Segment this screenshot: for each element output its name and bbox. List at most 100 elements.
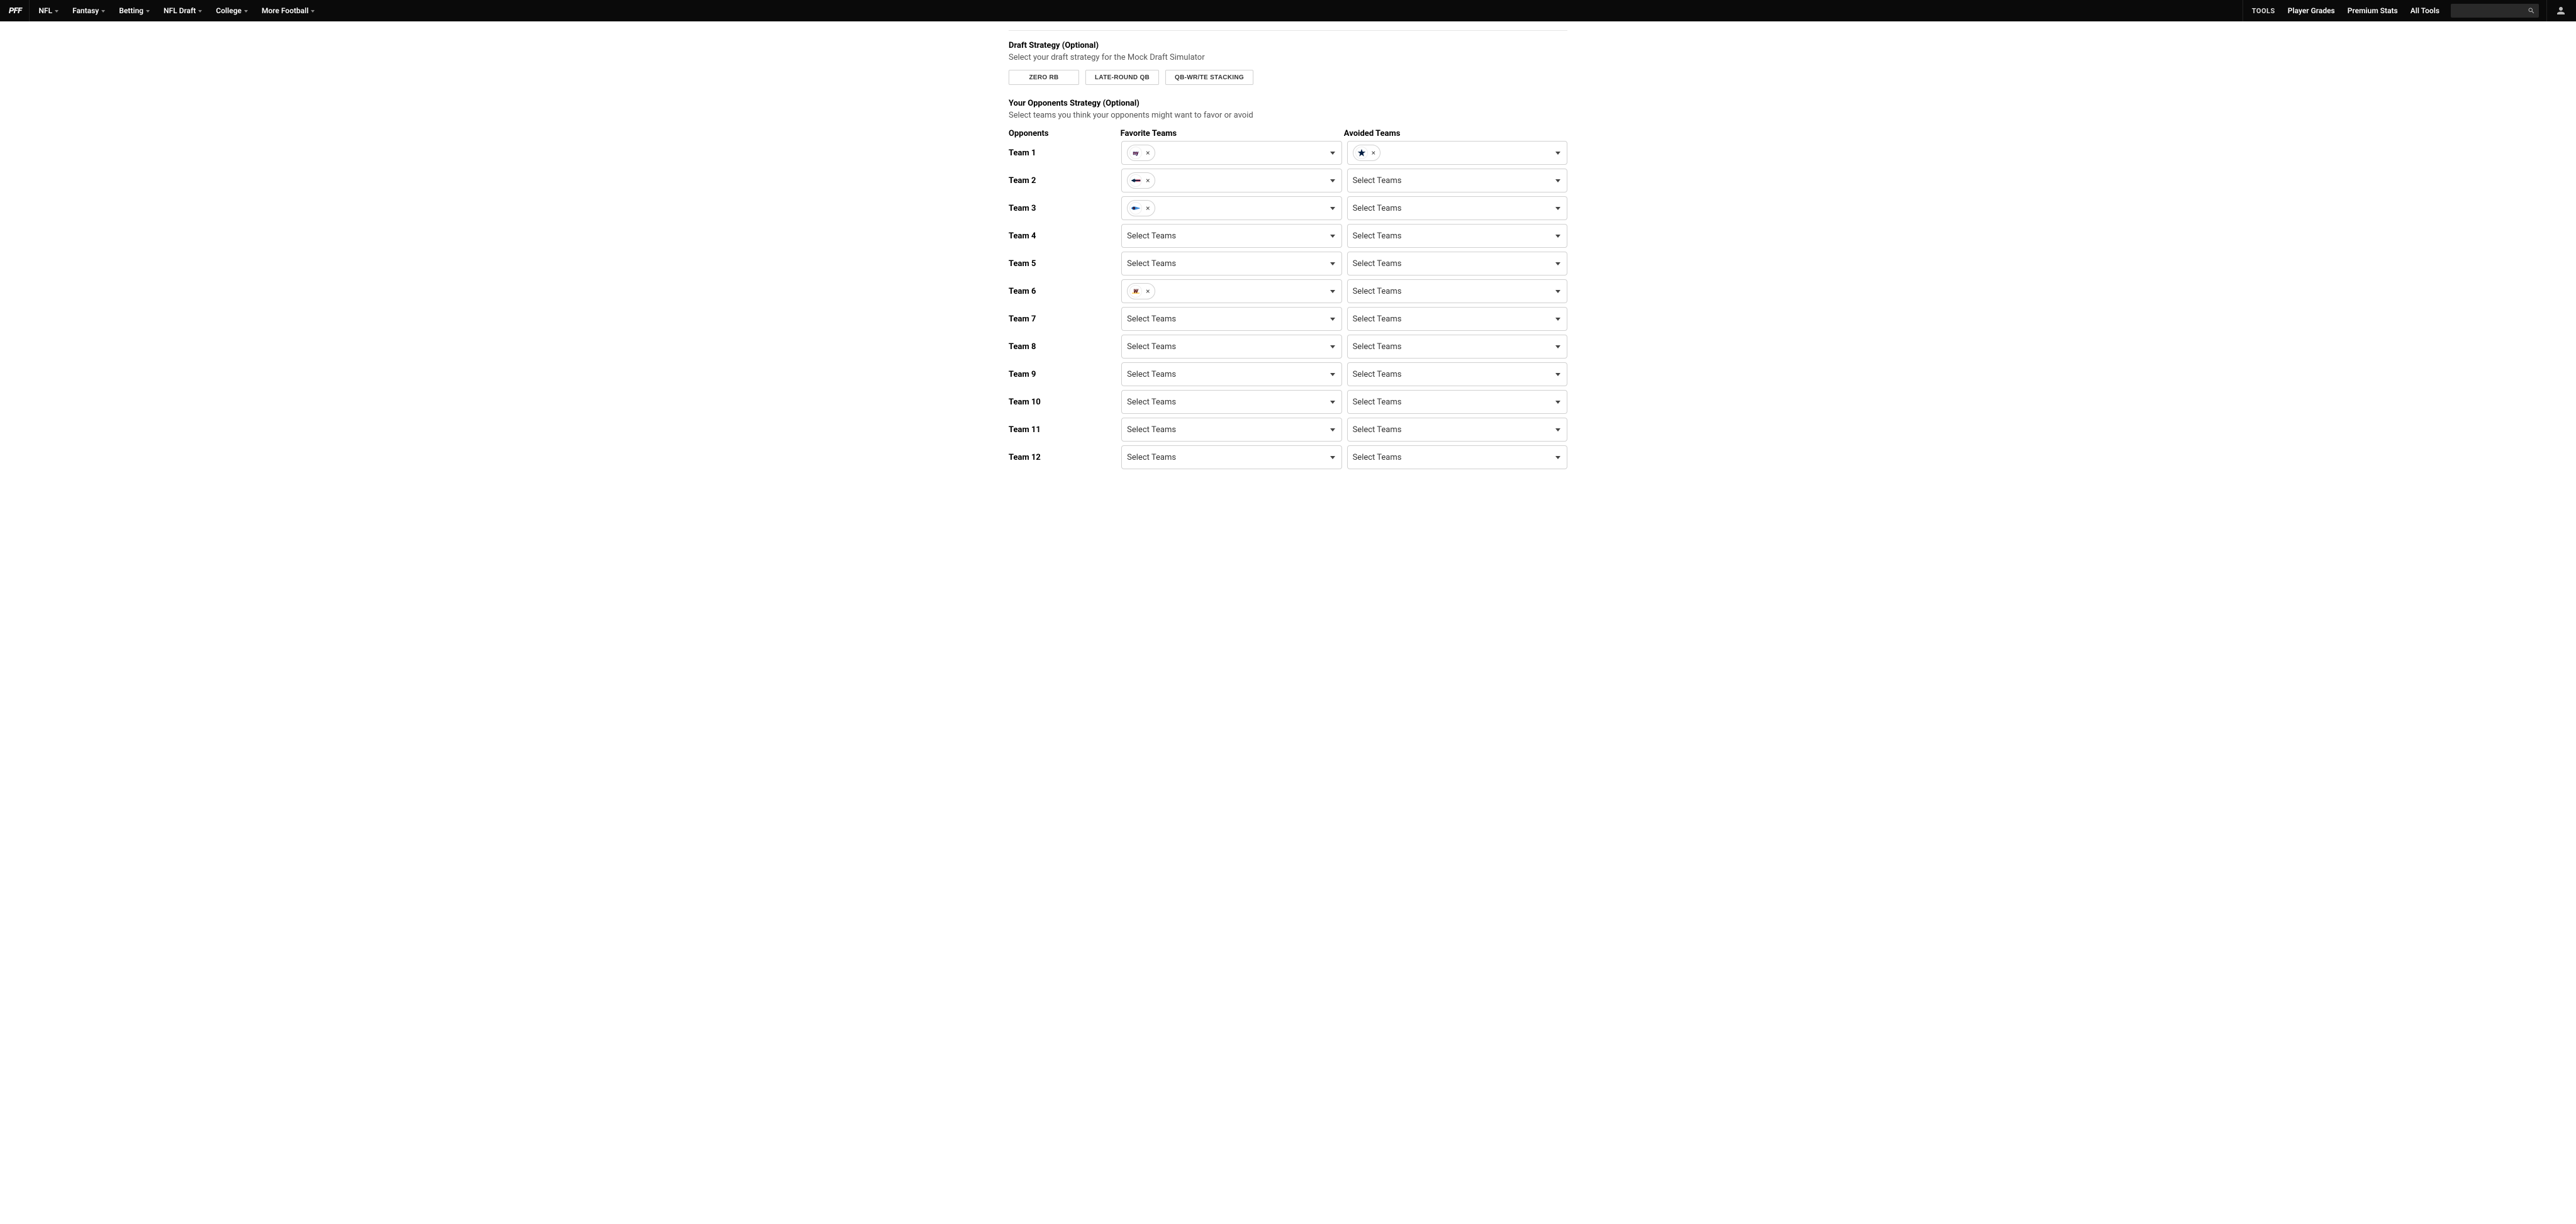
search-input[interactable] bbox=[2451, 4, 2539, 18]
favorite-teams-select[interactable]: × bbox=[1121, 169, 1341, 192]
opponent-row: Team 10Select TeamsSelect Teams bbox=[1009, 390, 1567, 414]
draft-strategy-options: ZERO RB LATE-ROUND QB QB-WR/TE STACKING bbox=[1009, 70, 1567, 85]
nav-item[interactable]: NFL bbox=[32, 0, 65, 21]
select-placeholder: Select Teams bbox=[1353, 314, 1402, 324]
favorite-teams-select[interactable]: ny × bbox=[1121, 141, 1341, 165]
select-placeholder: Select Teams bbox=[1353, 370, 1402, 379]
chevron-down-icon bbox=[1330, 262, 1335, 265]
chevron-down-icon bbox=[1330, 235, 1335, 238]
favorite-teams-select[interactable]: Select Teams bbox=[1121, 445, 1341, 469]
chevron-down-icon bbox=[1330, 345, 1335, 348]
select-placeholder: Select Teams bbox=[1127, 370, 1176, 379]
chevron-down-icon bbox=[1555, 373, 1560, 376]
opponent-row: Team 9 Select Teams Select Teams bbox=[1009, 362, 1567, 386]
avoided-teams-select[interactable]: Select Teams bbox=[1347, 390, 1567, 414]
svg-text:ny: ny bbox=[1133, 150, 1140, 156]
select-placeholder: Select Teams bbox=[1353, 425, 1402, 435]
opponent-name: Team 3 bbox=[1009, 204, 1121, 213]
chevron-down-icon bbox=[1555, 207, 1560, 210]
draft-strategy-section: Draft Strategy (Optional) Select your dr… bbox=[1009, 41, 1567, 85]
right-nav-link[interactable]: Premium Stats bbox=[2341, 6, 2404, 15]
avoided-teams-select[interactable]: Select Teams bbox=[1347, 445, 1567, 469]
remove-team-button[interactable]: × bbox=[1370, 148, 1377, 157]
column-headers: Opponents Favorite Teams Avoided Teams bbox=[1009, 129, 1567, 138]
team-logo-ten bbox=[1129, 202, 1142, 214]
select-placeholder: Select Teams bbox=[1353, 453, 1402, 462]
chevron-down-icon bbox=[1555, 401, 1560, 404]
nav-item[interactable]: Fantasy bbox=[66, 0, 111, 21]
remove-team-button[interactable]: × bbox=[1144, 176, 1151, 185]
nav-item-label: More Football bbox=[262, 6, 308, 15]
right-nav-link[interactable]: All Tools bbox=[2404, 6, 2446, 15]
opponent-name: Team 11 bbox=[1009, 425, 1121, 435]
col-opponents: Opponents bbox=[1009, 129, 1121, 138]
opponent-row: Team 5Select TeamsSelect Teams bbox=[1009, 252, 1567, 275]
team-logo-dal bbox=[1355, 147, 1368, 159]
divider bbox=[2546, 0, 2547, 21]
remove-team-button[interactable]: × bbox=[1144, 148, 1151, 157]
right-nav-link[interactable]: Player Grades bbox=[2282, 6, 2341, 15]
favorite-teams-select[interactable]: Select Teams bbox=[1121, 335, 1341, 359]
avoided-teams-select[interactable]: Select Teams bbox=[1347, 224, 1567, 248]
select-placeholder: Select Teams bbox=[1353, 259, 1402, 269]
opponent-row: Team 2×Select Teams bbox=[1009, 169, 1567, 192]
opponent-name: Team 12 bbox=[1009, 453, 1121, 462]
nav-item-label: Betting bbox=[119, 6, 143, 15]
chevron-down-icon bbox=[1555, 318, 1560, 321]
select-placeholder: Select Teams bbox=[1353, 398, 1402, 407]
strategy-option-button[interactable]: QB-WR/TE STACKING bbox=[1165, 70, 1253, 85]
avoided-teams-select[interactable]: Select Teams bbox=[1347, 196, 1567, 220]
right-nav: Player GradesPremium StatsAll Tools bbox=[2282, 6, 2446, 15]
favorite-teams-select[interactable]: Select Teams bbox=[1121, 418, 1341, 442]
nav-item-label: NFL bbox=[38, 6, 52, 15]
favorite-teams-select[interactable]: W× bbox=[1121, 279, 1341, 303]
nav-item[interactable]: College bbox=[210, 0, 254, 21]
chevron-down-icon bbox=[1555, 262, 1560, 265]
avoided-teams-select[interactable]: Select Teams bbox=[1347, 252, 1567, 275]
favorite-teams-select[interactable]: Select Teams bbox=[1121, 307, 1341, 331]
favorite-teams-select[interactable]: × bbox=[1121, 196, 1341, 220]
select-placeholder: Select Teams bbox=[1127, 259, 1176, 269]
team-chip: W× bbox=[1127, 283, 1155, 299]
team-logo-nyg: ny bbox=[1129, 147, 1142, 159]
user-avatar[interactable] bbox=[2555, 4, 2567, 17]
chevron-down-icon bbox=[1555, 235, 1560, 238]
nav-item-label: NFL Draft bbox=[164, 6, 196, 15]
avoided-teams-select[interactable]: Select Teams bbox=[1347, 307, 1567, 331]
select-placeholder: Select Teams bbox=[1127, 425, 1176, 435]
opponent-rows: Team 1ny××Team 2×Select TeamsTeam 3×Sele… bbox=[1009, 141, 1567, 469]
user-icon bbox=[2555, 5, 2567, 16]
col-avoided: Avoided Teams bbox=[1344, 129, 1567, 138]
main-content: Draft Strategy (Optional) Select your dr… bbox=[1005, 30, 1571, 469]
nav-item[interactable]: More Football bbox=[255, 0, 321, 21]
nav-item[interactable]: Betting bbox=[113, 0, 156, 21]
chevron-down-icon bbox=[198, 10, 202, 13]
opponent-row: Team 11 Select Teams Select Teams bbox=[1009, 418, 1567, 442]
team-chip: × bbox=[1127, 172, 1155, 189]
favorite-teams-select[interactable]: Select Teams bbox=[1121, 362, 1341, 386]
col-favorite: Favorite Teams bbox=[1121, 129, 1344, 138]
favorite-teams-select[interactable]: Select Teams bbox=[1121, 390, 1341, 414]
avoided-teams-select[interactable]: Select Teams bbox=[1347, 418, 1567, 442]
avoided-teams-select[interactable]: Select Teams bbox=[1347, 362, 1567, 386]
favorite-teams-select[interactable]: Select Teams bbox=[1121, 252, 1341, 275]
nav-item[interactable]: NFL Draft bbox=[157, 0, 208, 21]
chevron-down-icon bbox=[1330, 179, 1335, 182]
remove-team-button[interactable]: × bbox=[1144, 287, 1151, 296]
nav-item-label: Fantasy bbox=[72, 6, 99, 15]
avoided-teams-select[interactable]: Select Teams bbox=[1347, 279, 1567, 303]
chevron-down-icon bbox=[1330, 428, 1335, 431]
avoided-teams-select[interactable]: Select Teams bbox=[1347, 169, 1567, 192]
strategy-option-button[interactable]: LATE-ROUND QB bbox=[1085, 70, 1159, 85]
brand-logo[interactable]: PFF bbox=[4, 6, 26, 16]
avoided-teams-select[interactable]: Select Teams bbox=[1347, 335, 1567, 359]
remove-team-button[interactable]: × bbox=[1144, 204, 1151, 213]
opponent-name: Team 10 bbox=[1009, 398, 1121, 407]
draft-strategy-title: Draft Strategy (Optional) bbox=[1009, 41, 1567, 50]
strategy-option-button[interactable]: ZERO RB bbox=[1009, 70, 1079, 85]
avoided-teams-select[interactable]: × bbox=[1347, 141, 1567, 165]
opponent-name: Team 9 bbox=[1009, 370, 1121, 379]
chevron-down-icon bbox=[1330, 318, 1335, 321]
chevron-down-icon bbox=[1555, 456, 1560, 459]
favorite-teams-select[interactable]: Select Teams bbox=[1121, 224, 1341, 248]
